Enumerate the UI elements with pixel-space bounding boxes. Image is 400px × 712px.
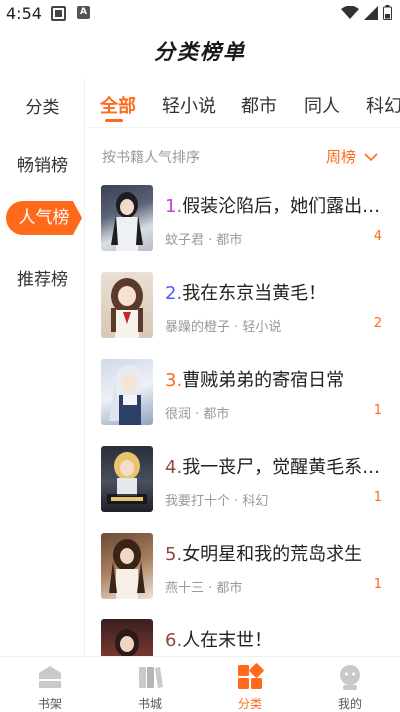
tab-urban[interactable]: 都市 (241, 92, 277, 118)
tab-fanfic[interactable]: 同人 (304, 92, 340, 118)
battery-icon (383, 5, 392, 20)
book-count: 1 (373, 490, 382, 505)
book-item[interactable]: 6.人在末世！ (86, 619, 400, 656)
active-tab-indicator (105, 119, 123, 122)
book-rank: 2. (165, 283, 183, 304)
signal-icon (364, 5, 378, 20)
period-label: 周榜 (325, 148, 356, 166)
tab-scifi[interactable]: 科幻 (366, 92, 400, 118)
book-count: 1 (373, 577, 382, 592)
book-cover (101, 185, 153, 251)
bottom-nav: 书架 书城 分类 我的 (0, 656, 400, 712)
bottom-nav-category[interactable]: 分类 (220, 663, 280, 712)
book-rank: 4. (165, 457, 183, 478)
book-rank: 5. (165, 544, 183, 565)
book-meta: 蚊子君 · 都市 (165, 233, 243, 248)
book-title-text: 曹贼弟弟的寄宿日常 (182, 370, 345, 391)
book-count: 1 (373, 403, 382, 418)
bottom-nav-label: 分类 (237, 697, 262, 711)
book-cover (101, 272, 153, 338)
sort-label: 按书籍人气排序 (102, 150, 200, 166)
left-nav-popular[interactable]: 人气榜 (6, 201, 82, 235)
book-title-text: 我一丧尸，觉醒黄毛系… (182, 457, 381, 478)
book-meta: 很润 · 都市 (165, 407, 230, 422)
book-item[interactable]: 5.女明星和我的荒岛求生 燕十三 · 都市 1 (86, 533, 400, 613)
book-rank: 3. (165, 370, 183, 391)
book-meta: 暴躁的橙子 · 轻小说 (165, 320, 282, 335)
page-title: 分类榜单 (154, 40, 246, 64)
book-cover (101, 446, 153, 512)
book-title-text: 人在末世！ (182, 630, 273, 651)
left-nav-recommended[interactable]: 推荐榜 (0, 265, 85, 290)
book-item[interactable]: 3.曹贼弟弟的寄宿日常 很润 · 都市 1 (86, 359, 400, 439)
sort-row: 按书籍人气排序 周榜 (86, 142, 400, 170)
book-title-text: 假装沦陷后，她们露出… (182, 196, 381, 217)
wifi-icon (341, 5, 359, 19)
bottom-nav-profile[interactable]: 我的 (320, 663, 380, 712)
book-cover (101, 533, 153, 599)
bookshelf-icon (39, 666, 61, 688)
chevron-down-icon (364, 152, 378, 161)
book-meta: 燕十三 · 都市 (165, 581, 243, 596)
bottom-nav-label: 我的 (337, 697, 362, 711)
book-title: 2.我在东京当黄毛！ (165, 279, 381, 305)
screenshot-icon (51, 6, 66, 21)
book-item[interactable]: 4.我一丧尸，觉醒黄毛系… 我要打十个 · 科幻 1 (86, 446, 400, 526)
book-item[interactable]: 2.我在东京当黄毛！ 暴躁的橙子 · 轻小说 2 (86, 272, 400, 352)
book-cover (101, 619, 153, 656)
status-bar: 4:54 A (0, 0, 400, 28)
book-meta: 我要打十个 · 科幻 (165, 494, 269, 509)
book-title-text: 女明星和我的荒岛求生 (182, 544, 363, 565)
left-category-nav: 分类 畅销榜 人气榜 推荐榜 (0, 78, 85, 656)
period-dropdown[interactable]: 周榜 (326, 146, 378, 167)
notification-a-icon: A (77, 6, 90, 19)
left-nav-category[interactable]: 分类 (0, 93, 85, 118)
tab-all[interactable]: 全部 (100, 92, 136, 118)
book-item[interactable]: 1.假装沦陷后，她们露出… 蚊子君 · 都市 4 (86, 185, 400, 265)
bottom-nav-bookshelf[interactable]: 书架 (20, 663, 80, 712)
book-title: 6.人在末世！ (165, 626, 381, 652)
genre-tabs: 全部 轻小说 都市 同人 科幻 (86, 78, 400, 128)
category-grid-icon (238, 663, 264, 689)
bottom-nav-bookstore[interactable]: 书城 (120, 663, 180, 712)
bottom-nav-label: 书城 (137, 697, 162, 711)
book-cover (101, 359, 153, 425)
book-title: 3.曹贼弟弟的寄宿日常 (165, 366, 381, 392)
tab-light-novel[interactable]: 轻小说 (162, 92, 216, 118)
left-nav-bestseller[interactable]: 畅销榜 (0, 151, 85, 176)
book-rank: 6. (165, 630, 183, 651)
book-rank: 1. (165, 196, 183, 217)
status-time: 4:54 (6, 4, 42, 23)
book-count: 2 (373, 316, 382, 331)
bookstore-icon (139, 667, 163, 688)
bottom-nav-label: 书架 (37, 697, 62, 711)
book-title-text: 我在东京当黄毛！ (182, 283, 327, 304)
book-title: 1.假装沦陷后，她们露出… (165, 192, 381, 218)
profile-icon (340, 665, 360, 690)
book-title: 5.女明星和我的荒岛求生 (165, 540, 381, 566)
book-count: 4 (373, 229, 382, 244)
book-title: 4.我一丧尸，觉醒黄毛系… (165, 453, 381, 479)
